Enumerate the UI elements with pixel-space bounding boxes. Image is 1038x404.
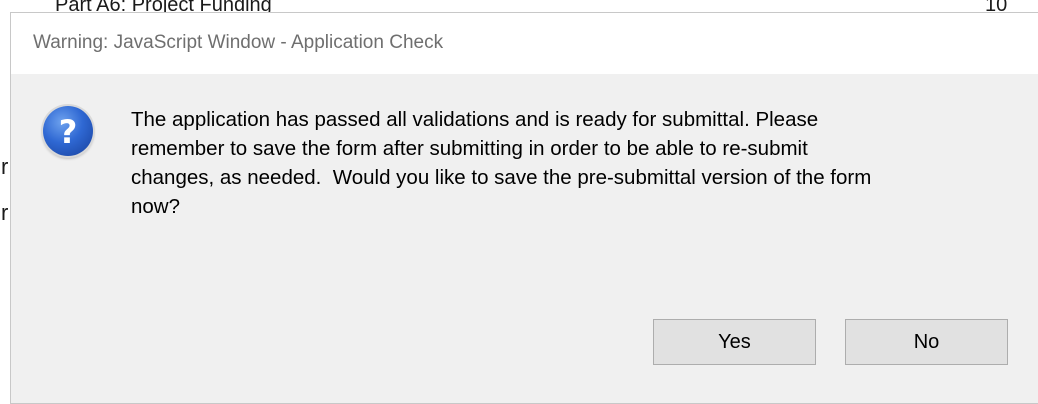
question-icon: ? [43,106,93,156]
dialog-message: The application has passed all validatio… [131,105,1011,221]
question-mark-glyph: ? [58,112,78,151]
background-text-fragment: r [1,154,9,179]
no-button[interactable]: No [845,319,1008,365]
message-line: The application has passed all validatio… [131,108,819,131]
application-check-dialog: Warning: JavaScript Window - Application… [10,12,1038,404]
message-line: now? [131,195,181,218]
message-line: changes, as needed. Would you like to sa… [131,166,872,189]
dialog-title-bar[interactable]: Warning: JavaScript Window - Application… [11,13,1038,74]
background-text-fragment: r [1,200,9,225]
message-line: remember to save the form after submitti… [131,137,808,160]
yes-button[interactable]: Yes [653,319,816,365]
dialog-title: Warning: JavaScript Window - Application… [33,32,444,53]
